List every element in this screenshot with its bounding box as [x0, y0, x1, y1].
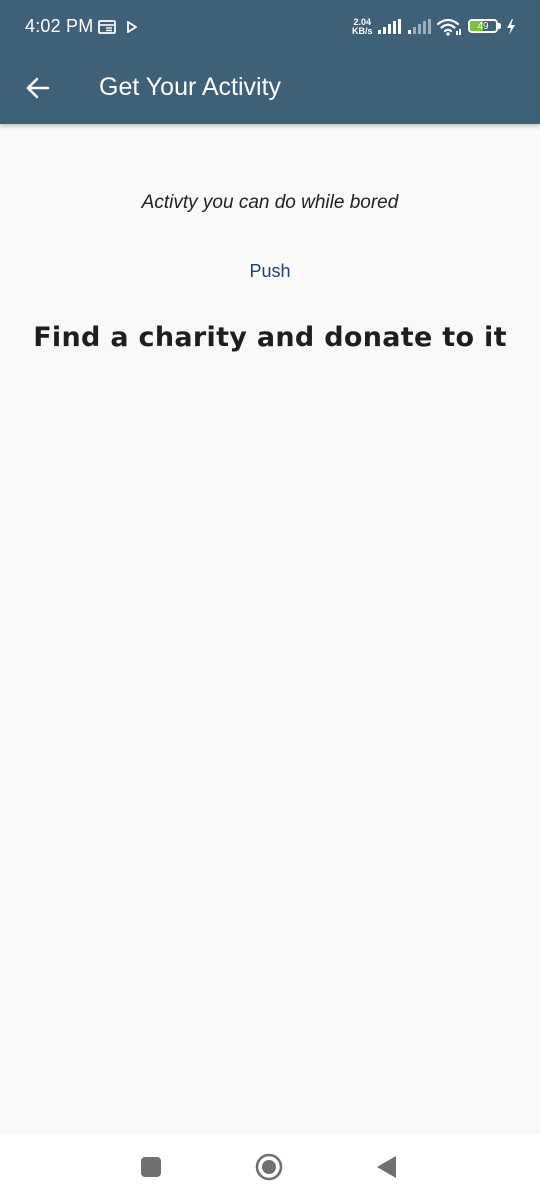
push-button[interactable]: Push — [225, 252, 315, 290]
signal-strength-icon — [378, 19, 401, 34]
signal-strength-secondary-icon — [408, 19, 431, 34]
network-speed: 2.04 KB/s — [352, 18, 373, 36]
app-bar: 4:02 PM 2.04 KB/s 49 Get Your Activity — [0, 0, 540, 124]
home-circle-icon[interactable] — [255, 1153, 283, 1181]
recents-square-icon[interactable] — [140, 1156, 162, 1178]
wifi-icon — [437, 18, 461, 36]
battery-icon: 49 — [468, 19, 498, 33]
network-speed-unit: KB/s — [352, 26, 373, 36]
navigation-bar — [0, 1134, 540, 1200]
charging-bolt-icon — [507, 19, 515, 35]
activity-result: Find a charity and donate to it — [33, 322, 507, 353]
back-arrow-icon[interactable] — [20, 70, 56, 106]
play-notification-icon — [127, 21, 137, 33]
screen-notification-icon — [98, 20, 116, 34]
battery-tip — [498, 23, 501, 29]
back-triangle-icon[interactable] — [375, 1155, 397, 1179]
battery-level: 49 — [477, 21, 489, 32]
subtitle-text: Activty you can do while bored — [141, 192, 399, 213]
status-bar: 4:02 PM 2.04 KB/s 49 — [0, 0, 540, 56]
page-title: Get Your Activity — [99, 73, 282, 101]
status-time: 4:02 PM — [25, 16, 94, 36]
